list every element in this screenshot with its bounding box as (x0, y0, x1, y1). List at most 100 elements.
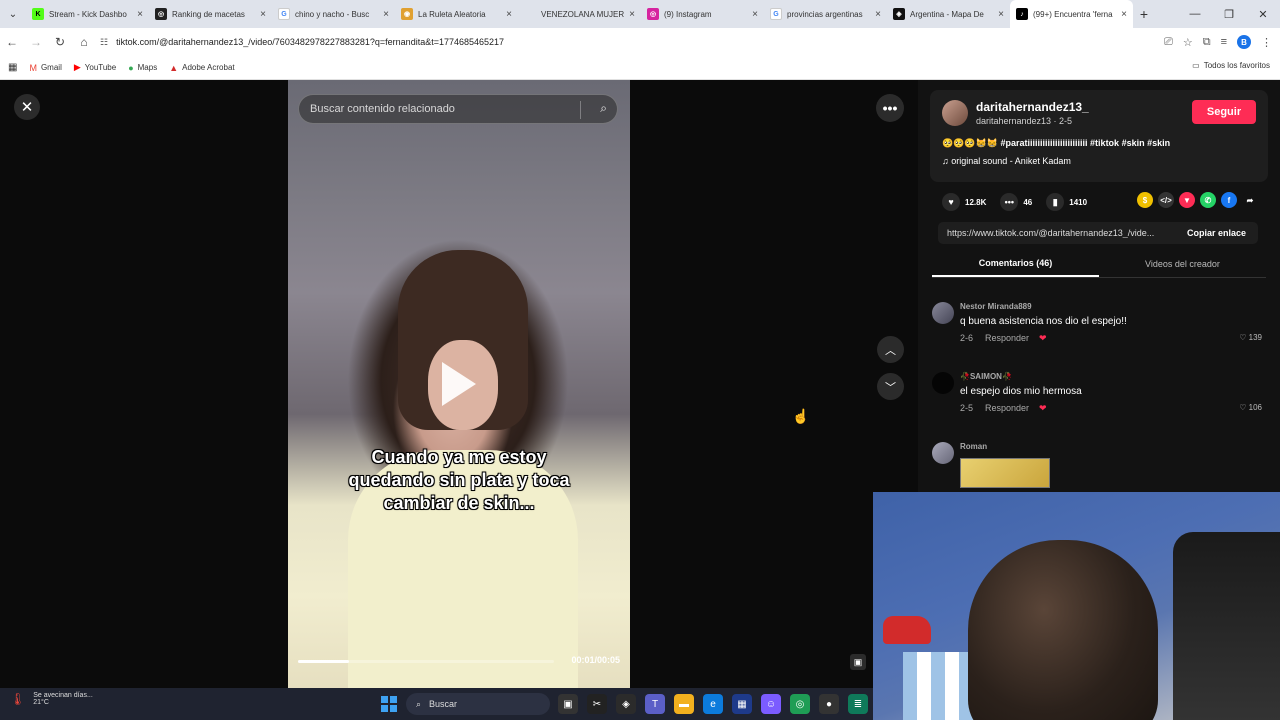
bookmark-youtube[interactable]: ▶ YouTube (74, 62, 116, 73)
tab-close-icon[interactable]: × (260, 9, 266, 20)
apps-icon[interactable]: ▦ (8, 62, 17, 73)
browser-tab[interactable]: Gchino y nacho - Busc × (272, 0, 395, 28)
forward-icon[interactable]: → (24, 30, 48, 54)
extensions-icon[interactable]: ⧉ (1203, 36, 1211, 49)
taskbar: 🌡 Se avecinan días... 21°C ⌕ Buscar ▣ ✂ ◈… (0, 688, 873, 720)
video-link[interactable]: https://www.tiktok.com/@daritahernandez1… (938, 228, 1175, 238)
comment-button[interactable]: ••• 46 (1000, 193, 1032, 211)
app-icon[interactable]: ≣ (848, 694, 868, 714)
bookmark-star-icon[interactable]: ☆ (1183, 36, 1193, 49)
browser-tab[interactable]: ◉ La Ruleta Aleatoria × (395, 0, 518, 28)
avatar[interactable] (932, 442, 954, 464)
like-button[interactable]: ♥ 12.8K (942, 193, 986, 211)
tab-favicon: ◎ (647, 8, 659, 20)
site-info-icon[interactable]: ☷ (100, 37, 108, 48)
avatar[interactable] (932, 302, 954, 324)
avatar[interactable] (942, 100, 968, 126)
back-icon[interactable]: ← (0, 30, 24, 54)
tab-close-icon[interactable]: × (752, 9, 758, 20)
windows-start-icon[interactable] (381, 696, 397, 712)
task-view-icon[interactable]: ▣ (558, 694, 578, 714)
browser-tab[interactable]: ◈ Argentina - Mapa De × (887, 0, 1010, 28)
tab-close-icon[interactable]: × (629, 9, 635, 20)
tab-close-icon[interactable]: × (998, 9, 1004, 20)
facebook-icon[interactable]: f (1221, 192, 1237, 208)
edge-icon[interactable]: e (703, 694, 723, 714)
file-explorer-icon[interactable]: ▬ (674, 694, 694, 714)
bookmark-gmail[interactable]: M Gmail (29, 63, 61, 73)
tab-comments[interactable]: Comentarios (46) (932, 250, 1099, 277)
avatar[interactable] (932, 372, 954, 394)
all-bookmarks[interactable]: ▭ Todos los favoritos (1192, 61, 1270, 70)
tab-favicon: G (278, 8, 290, 20)
comment-like[interactable]: ♡ 106 (1239, 403, 1262, 412)
search-icon[interactable]: ⌕ (600, 101, 607, 116)
bookmark-maps[interactable]: ● Maps (128, 63, 157, 73)
music-note-icon: ♫ (942, 156, 949, 166)
coin-icon[interactable]: $ (1137, 192, 1153, 208)
save-button[interactable]: ▮ 1410 (1046, 193, 1087, 211)
teams-icon[interactable]: T (645, 694, 665, 714)
taskbar-search[interactable]: ⌕ Buscar (406, 693, 550, 715)
follow-button[interactable]: Seguir (1192, 100, 1256, 124)
browser-tab-active[interactable]: ♪ (99+) Encuentra 'ferna × (1010, 0, 1133, 28)
browser-tab[interactable]: Gprovincias argentinas × (764, 0, 887, 28)
tab-search-icon[interactable]: ⌄ (0, 0, 26, 28)
close-window-icon[interactable]: ✕ (1246, 0, 1280, 28)
cast-icon[interactable]: ⎚ (1164, 36, 1173, 49)
new-tab-button[interactable]: + (1133, 6, 1155, 22)
previous-video-icon[interactable]: ︿ (877, 336, 904, 363)
browser-tab[interactable]: K Stream - Kick Dashbo × (26, 0, 149, 28)
video-player[interactable]: Buscar contenido relacionado ⌕ Cuando ya… (288, 80, 630, 688)
tab-close-icon[interactable]: × (383, 9, 389, 20)
tab-close-icon[interactable]: × (1121, 9, 1127, 20)
bookmark-acrobat[interactable]: ▲ Adobe Acrobat (169, 63, 234, 73)
next-video-icon[interactable]: ﹀ (877, 373, 904, 400)
tab-creator-videos[interactable]: Videos del creador (1099, 250, 1266, 277)
media-icon[interactable]: ≡ (1221, 36, 1227, 48)
play-icon[interactable] (442, 362, 476, 406)
sound-row[interactable]: ♫ original sound - Aniket Kadam (942, 156, 1071, 166)
browser-tab[interactable]: VENEZOLANA MUJER × (518, 0, 641, 28)
tab-close-icon[interactable]: × (506, 9, 512, 20)
tab-close-icon[interactable]: × (137, 9, 143, 20)
comment-username[interactable]: Roman (960, 442, 987, 451)
discord-icon[interactable]: ☺ (761, 694, 781, 714)
more-options-icon[interactable]: ••• (876, 94, 904, 122)
share-arrow-icon[interactable]: ➦ (1242, 192, 1258, 208)
embed-icon[interactable]: </> (1158, 192, 1174, 208)
related-search-input[interactable]: Buscar contenido relacionado ⌕ (298, 94, 618, 124)
reply-button[interactable]: Responder (985, 403, 1029, 413)
whatsapp-icon[interactable]: ✆ (1200, 192, 1216, 208)
maximize-icon[interactable]: ❐ (1212, 0, 1246, 28)
copilot-icon[interactable]: ◈ (616, 694, 636, 714)
comment-sticker-image[interactable] (960, 458, 1050, 488)
copy-link-button[interactable]: Copiar enlace (1175, 228, 1258, 238)
reload-icon[interactable]: ↻ (48, 30, 72, 54)
creator-username[interactable]: daritahernandez13_ (976, 100, 1089, 114)
home-icon[interactable]: ⌂ (72, 30, 96, 54)
weather-widget[interactable]: 🌡 Se avecinan días... 21°C (10, 692, 93, 706)
progress-bar[interactable] (298, 660, 554, 663)
profile-avatar[interactable]: B (1237, 35, 1251, 49)
browser-tab[interactable]: ◎ Ranking de macetas × (149, 0, 272, 28)
comment-like[interactable]: ♡ 139 (1239, 333, 1262, 342)
miniplayer-icon[interactable]: ▣ (850, 654, 866, 670)
obs-icon[interactable]: ● (819, 694, 839, 714)
reply-button[interactable]: Responder (985, 333, 1029, 343)
chrome-icon[interactable]: ◎ (790, 694, 810, 714)
comment-username[interactable]: 🥀SAIMON🥀 (960, 372, 1012, 381)
tab-favicon: ◉ (401, 8, 413, 20)
comment-username[interactable]: Nestor Miranda889 (960, 302, 1032, 311)
close-icon[interactable]: ✕ (14, 94, 40, 120)
tab-close-icon[interactable]: × (875, 9, 881, 20)
capcut-icon[interactable]: ✂ (587, 694, 607, 714)
store-icon[interactable]: ▦ (732, 694, 752, 714)
minimize-icon[interactable]: — (1178, 0, 1212, 28)
menu-icon[interactable]: ⋮ (1261, 36, 1272, 49)
send-icon[interactable]: ▼ (1179, 192, 1195, 208)
url-field[interactable]: ☷ tiktok.com/@daritahernandez13_/video/7… (100, 31, 1100, 53)
acrobat-icon: ▲ (169, 62, 179, 73)
browser-tab-bar: ⌄ K Stream - Kick Dashbo × ◎ Ranking de mac… (0, 0, 1280, 28)
browser-tab[interactable]: ◎ (9) Instagram × (641, 0, 764, 28)
